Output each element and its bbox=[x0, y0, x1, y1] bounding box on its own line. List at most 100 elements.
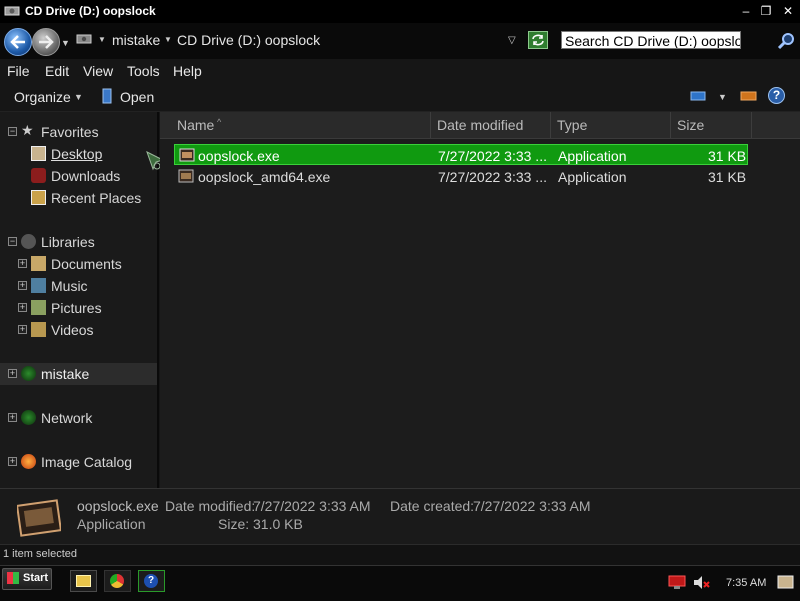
expand-icon[interactable]: + bbox=[8, 457, 17, 466]
taskbar-help-button[interactable]: ? bbox=[138, 570, 165, 592]
maximize-button[interactable]: ❐ bbox=[757, 3, 775, 19]
help-icon: ? bbox=[144, 574, 158, 588]
breadcrumb-item-drive[interactable]: CD Drive (D:) oopslock bbox=[177, 32, 320, 48]
help-button[interactable]: ? bbox=[768, 87, 785, 104]
drive-icon bbox=[76, 34, 92, 44]
column-size[interactable]: Size bbox=[671, 112, 752, 138]
details-created-label: Date created: bbox=[390, 498, 475, 514]
search-input[interactable]: Search CD Drive (D:) oopslock bbox=[561, 31, 741, 49]
arrow-left-icon bbox=[10, 35, 25, 49]
menu-view[interactable]: View bbox=[83, 63, 113, 79]
expand-icon[interactable]: + bbox=[18, 281, 27, 290]
pictures-icon bbox=[31, 300, 46, 315]
view-options-icon[interactable] bbox=[690, 90, 706, 102]
open-icon bbox=[102, 88, 112, 104]
details-created-value: 7/27/2022 3:33 AM bbox=[473, 498, 591, 514]
forward-button[interactable] bbox=[32, 28, 60, 56]
address-dropdown-icon[interactable]: ▽ bbox=[508, 35, 516, 46]
taskbar-explorer-button[interactable] bbox=[70, 570, 97, 592]
nav-mistake[interactable]: + mistake bbox=[0, 363, 157, 385]
refresh-button[interactable] bbox=[528, 31, 548, 49]
nav-image-catalog[interactable]: + Image Catalog bbox=[0, 452, 157, 472]
windows-logo-icon bbox=[7, 572, 19, 584]
drive-icon bbox=[4, 6, 20, 16]
nav-item-downloads[interactable]: Downloads bbox=[0, 166, 157, 186]
back-button[interactable] bbox=[4, 28, 32, 56]
details-pane: oopslock.exe Application Date modified: … bbox=[0, 488, 800, 545]
breadcrumb-item-mistake[interactable]: mistake bbox=[112, 32, 160, 48]
chevron-down-icon[interactable]: ▼ bbox=[164, 35, 172, 44]
folder-icon bbox=[76, 575, 91, 587]
image-catalog-icon bbox=[21, 454, 36, 469]
computer-icon bbox=[21, 366, 36, 381]
details-filename: oopslock.exe bbox=[77, 498, 159, 514]
videos-icon bbox=[31, 322, 46, 337]
start-button[interactable]: Start bbox=[2, 568, 52, 590]
menu-edit[interactable]: Edit bbox=[45, 63, 69, 79]
arrow-right-icon bbox=[39, 35, 54, 49]
menu-bar: File Edit View Tools Help bbox=[0, 59, 800, 81]
history-dropdown-icon[interactable]: ▼ bbox=[61, 38, 70, 48]
recent-places-icon bbox=[31, 190, 46, 205]
column-name[interactable]: Name ^ bbox=[160, 112, 431, 138]
close-button[interactable]: ✕ bbox=[779, 3, 797, 19]
nav-item-documents[interactable]: + Documents bbox=[0, 254, 157, 274]
clock[interactable]: 7:35 AM bbox=[726, 577, 766, 589]
details-modified-label: Date modified: bbox=[165, 498, 256, 514]
application-large-icon bbox=[17, 499, 61, 537]
display-icon[interactable] bbox=[668, 575, 686, 590]
expand-icon[interactable]: + bbox=[8, 369, 17, 378]
application-icon bbox=[179, 148, 195, 162]
expand-icon[interactable]: + bbox=[8, 413, 17, 422]
details-size-value: 31.0 KB bbox=[253, 516, 303, 532]
chevron-down-icon[interactable]: ▼ bbox=[718, 92, 727, 102]
menu-file[interactable]: File bbox=[7, 63, 30, 79]
sort-ascending-icon: ^ bbox=[217, 117, 222, 127]
details-type: Application bbox=[77, 516, 146, 532]
window-title: CD Drive (D:) oopslock bbox=[25, 4, 156, 18]
minimize-button[interactable]: – bbox=[737, 3, 755, 19]
search-icon[interactable] bbox=[777, 31, 797, 51]
file-row[interactable]: oopslock_amd64.exe 7/27/2022 3:33 ... Ap… bbox=[174, 166, 748, 187]
expand-icon[interactable]: + bbox=[18, 259, 27, 268]
details-size-label: Size: bbox=[218, 516, 250, 532]
open-button[interactable]: Open bbox=[120, 89, 154, 105]
details-modified-value: 7/27/2022 3:33 AM bbox=[253, 498, 371, 514]
network-icon bbox=[21, 410, 36, 425]
breadcrumb[interactable]: ▼ mistake ▼ CD Drive (D:) oopslock bbox=[74, 29, 504, 51]
column-date-modified[interactable]: Date modified bbox=[431, 112, 551, 138]
application-icon bbox=[178, 169, 194, 183]
column-type[interactable]: Type bbox=[551, 112, 671, 138]
taskbar-chrome-button[interactable] bbox=[104, 570, 131, 592]
nav-item-music[interactable]: + Music bbox=[0, 276, 157, 296]
nav-favorites[interactable]: − ★ Favorites bbox=[0, 122, 157, 142]
menu-tools[interactable]: Tools bbox=[127, 63, 160, 79]
volume-muted-icon[interactable] bbox=[692, 575, 710, 590]
refresh-icon bbox=[532, 34, 544, 46]
collapse-icon[interactable]: − bbox=[8, 237, 17, 246]
column-header: Name ^ Date modified Type Size bbox=[160, 112, 800, 139]
star-icon: ★ bbox=[21, 122, 34, 138]
preview-pane-icon[interactable] bbox=[740, 90, 757, 102]
libraries-icon bbox=[21, 234, 36, 249]
show-desktop-icon[interactable] bbox=[777, 575, 794, 589]
command-bar: Organize ▼ Open ▼ ? bbox=[0, 81, 800, 112]
nav-item-videos[interactable]: + Videos bbox=[0, 320, 157, 340]
chevron-down-icon[interactable]: ▼ bbox=[74, 92, 83, 102]
status-bar: 1 item selected bbox=[0, 544, 800, 565]
file-row-selected[interactable]: oopslock.exe 7/27/2022 3:33 ... Applicat… bbox=[174, 144, 748, 165]
menu-help[interactable]: Help bbox=[173, 63, 202, 79]
nav-network[interactable]: + Network bbox=[0, 408, 157, 428]
expand-icon[interactable]: + bbox=[18, 303, 27, 312]
documents-icon bbox=[31, 256, 46, 271]
status-text: 1 item selected bbox=[3, 548, 77, 560]
chevron-down-icon[interactable]: ▼ bbox=[98, 35, 106, 44]
nav-item-pictures[interactable]: + Pictures bbox=[0, 298, 157, 318]
nav-libraries[interactable]: − Libraries bbox=[0, 232, 157, 252]
organize-button[interactable]: Organize bbox=[14, 89, 71, 105]
nav-item-recent-places[interactable]: Recent Places bbox=[0, 188, 157, 208]
chrome-icon bbox=[110, 574, 124, 588]
expand-icon[interactable]: + bbox=[18, 325, 27, 334]
nav-item-desktop[interactable]: Desktop bbox=[0, 144, 157, 164]
collapse-icon[interactable]: − bbox=[8, 127, 17, 136]
